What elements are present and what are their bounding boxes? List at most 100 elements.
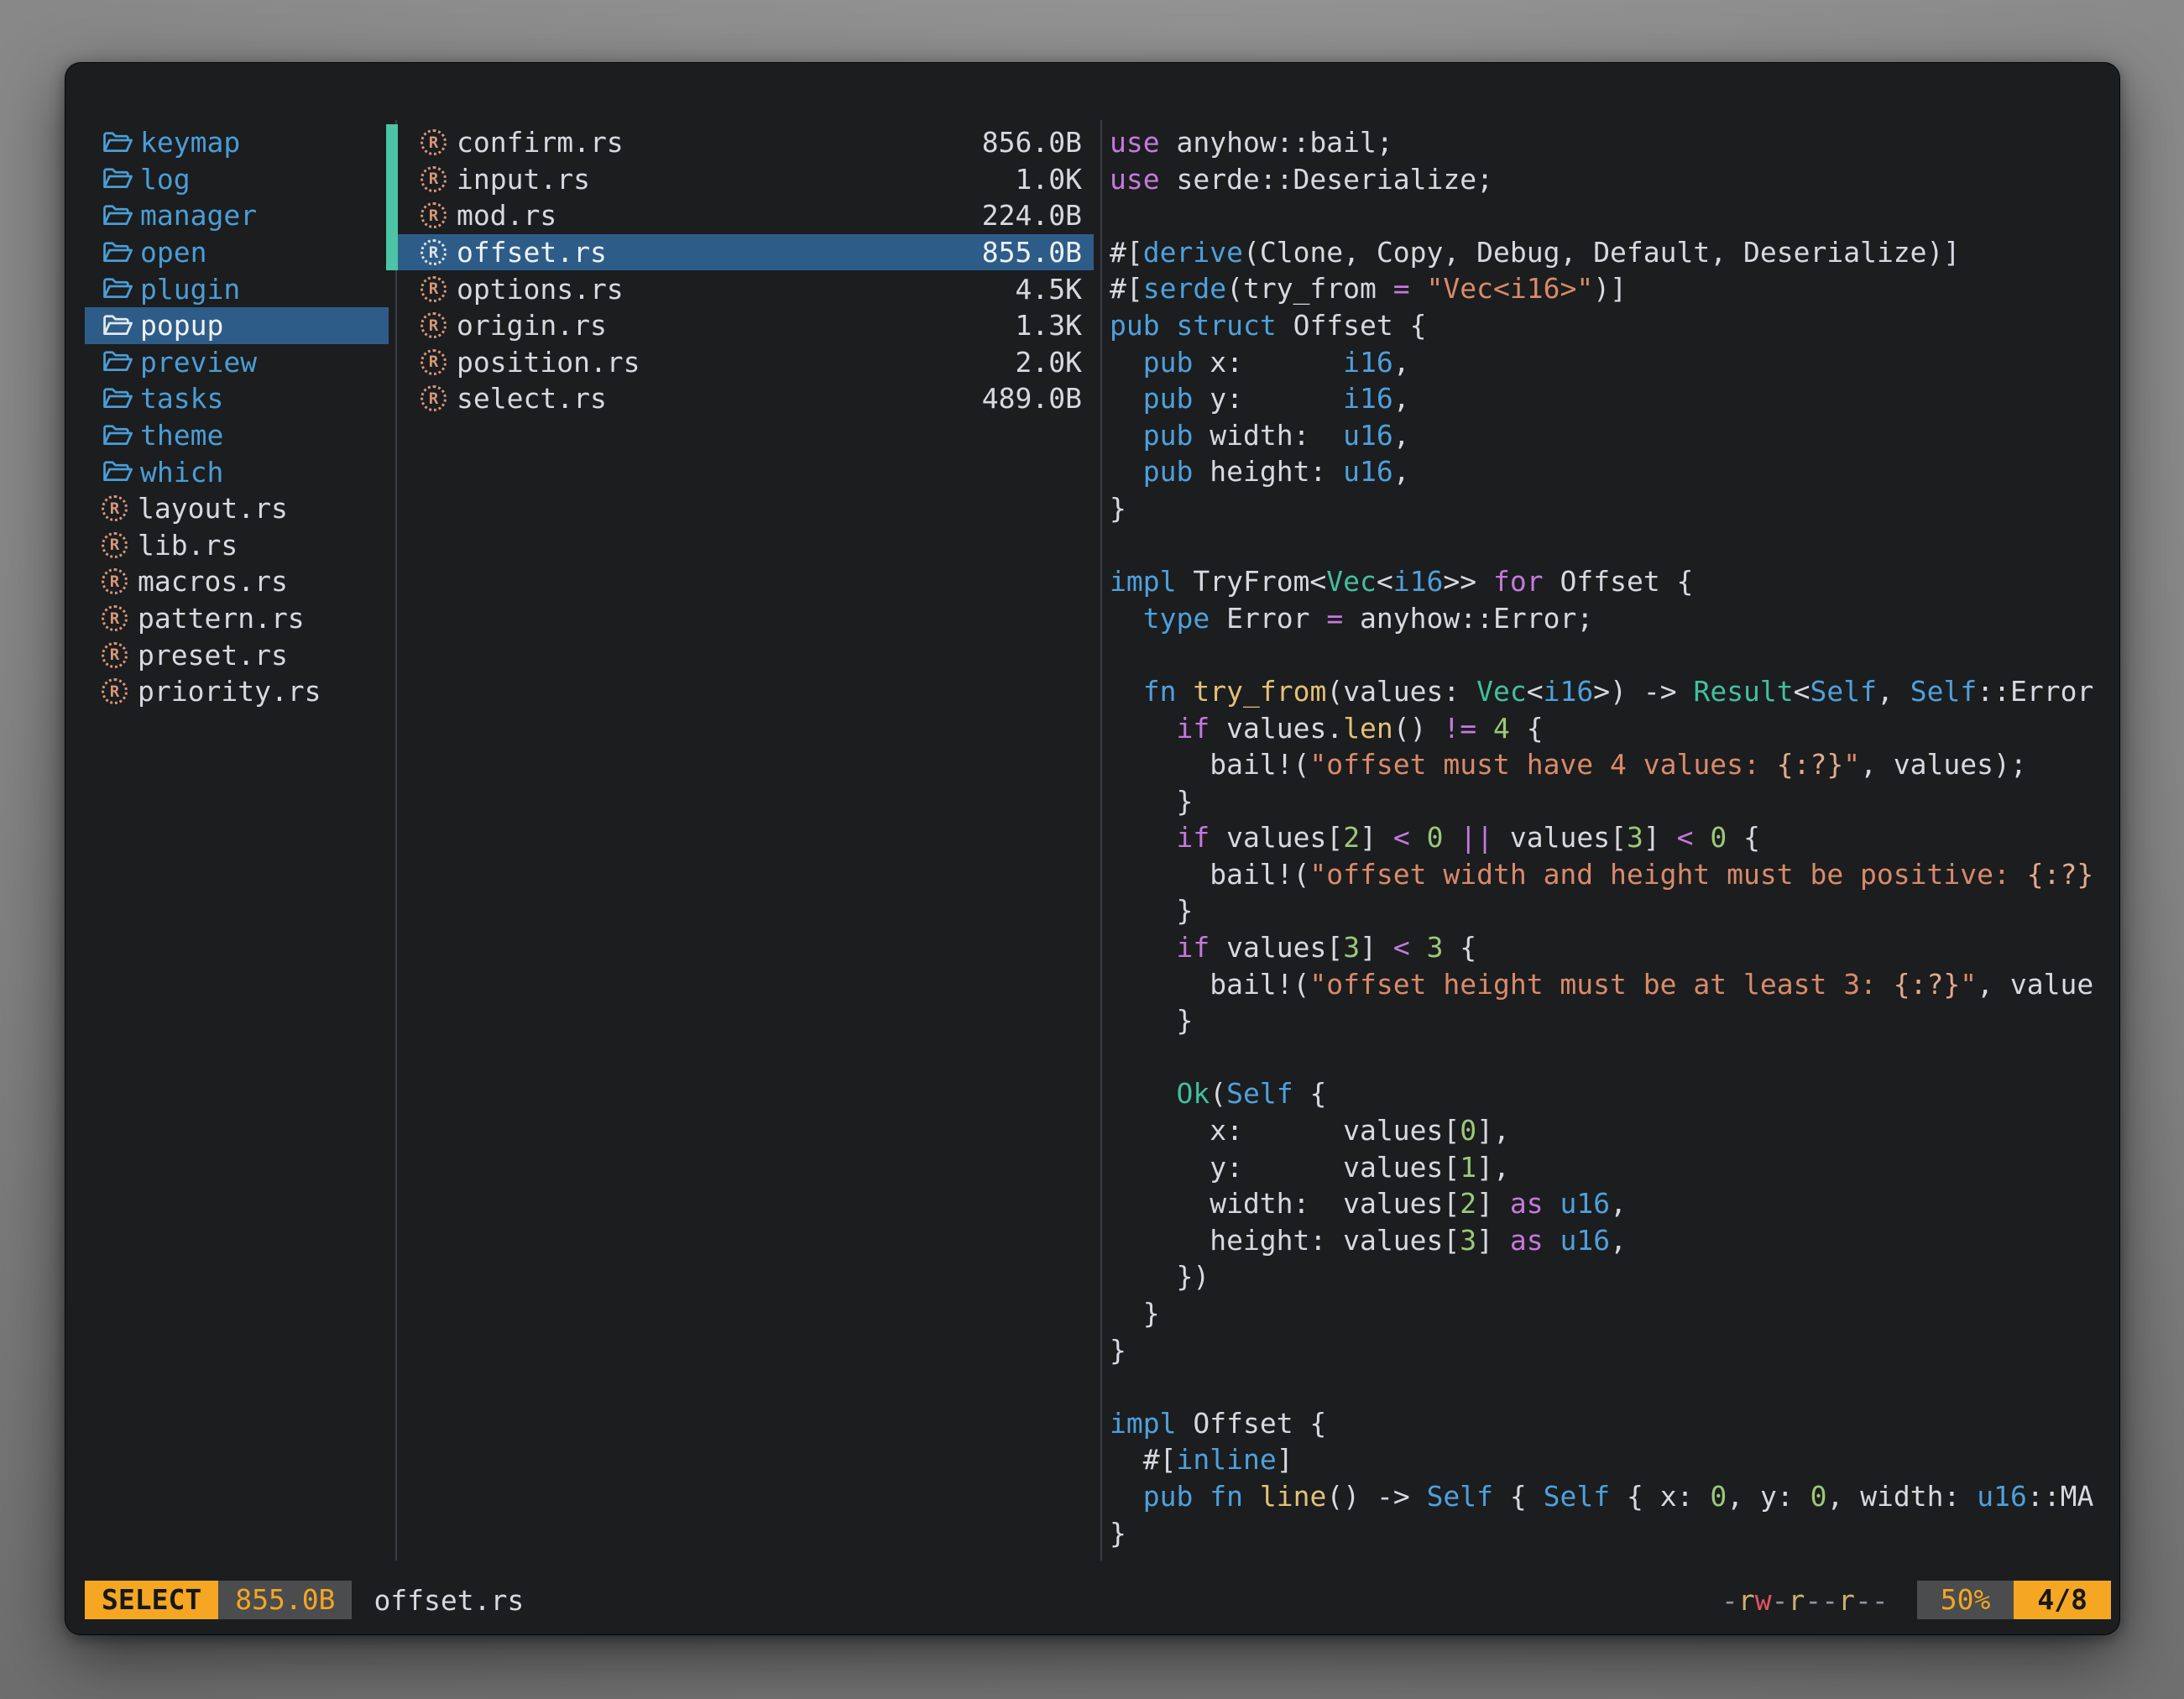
- rust-file-icon: R: [102, 532, 128, 558]
- code-line: Ok(Self {: [1110, 1075, 2110, 1112]
- parent-file-item[interactable]: Rlib.rs: [85, 527, 389, 564]
- file-row[interactable]: Rconfirm.rs856.0B: [397, 124, 1094, 161]
- code-line: [1110, 527, 2110, 564]
- code-line: pub width: u16,: [1110, 417, 2110, 454]
- mode-badge: SELECT: [85, 1581, 218, 1619]
- status-right-group: -rw-r--r-- 50% 4/8: [1722, 1581, 2111, 1619]
- item-label: pattern.rs: [138, 602, 305, 635]
- parent-file-item[interactable]: Rpriority.rs: [85, 673, 389, 710]
- item-label: keymap: [140, 126, 240, 159]
- file-row[interactable]: Rmod.rs224.0B: [397, 197, 1094, 234]
- rust-file-icon: R: [102, 642, 128, 668]
- rust-file-icon: R: [421, 276, 447, 302]
- scroll-percent-badge: 50%: [1917, 1581, 2014, 1619]
- file-name: mod.rs: [457, 199, 982, 232]
- file-row[interactable]: Rselect.rs489.0B: [397, 380, 1094, 417]
- code-line: type Error = anyhow::Error;: [1110, 600, 2110, 637]
- file-name: origin.rs: [457, 309, 1016, 342]
- open-folder-icon: [102, 458, 133, 485]
- code-line: }: [1110, 490, 2110, 527]
- status-bar: SELECT 855.0B offset.rs -rw-r--r-- 50% 4…: [85, 1581, 2111, 1619]
- file-manager-window: keymaplogmanager open pluginpopuppreviewta…: [65, 63, 2119, 1634]
- rust-file-icon: R: [102, 495, 128, 521]
- file-name: select.rs: [457, 382, 982, 415]
- open-folder-icon: [102, 312, 133, 339]
- code-line: impl Offset {: [1110, 1405, 2110, 1442]
- file-name: position.rs: [457, 346, 1016, 379]
- parent-file-item[interactable]: Rmacros.rs: [85, 563, 389, 600]
- rust-file-icon: R: [421, 349, 447, 375]
- file-row[interactable]: Rposition.rs2.0K: [397, 344, 1094, 381]
- parent-dir-item[interactable]: tasks: [85, 380, 389, 417]
- item-label: which: [140, 456, 223, 489]
- code-line: }): [1110, 1258, 2110, 1295]
- preview-pane: use anyhow::bail;use serde::Deserialize;…: [1110, 124, 2110, 1561]
- code-line: if values[2] < 0 || values[3] < 0 {: [1110, 819, 2110, 856]
- code-line: use anyhow::bail;: [1110, 124, 2110, 161]
- rust-file-icon: R: [102, 605, 128, 631]
- item-label: open: [140, 236, 206, 269]
- code-line: #[inline]: [1110, 1441, 2110, 1478]
- parent-file-item[interactable]: Rpreset.rs: [85, 636, 389, 673]
- file-name: confirm.rs: [457, 126, 982, 159]
- open-folder-icon: [102, 129, 133, 156]
- file-size: 2.0K: [1016, 346, 1082, 379]
- item-label: preset.rs: [138, 639, 288, 672]
- code-line: width: values[2] as u16,: [1110, 1185, 2110, 1222]
- file-size: 1.0K: [1016, 163, 1082, 196]
- code-line: bail!("offset height must be at least 3:…: [1110, 966, 2110, 1003]
- rust-file-icon: R: [421, 312, 447, 338]
- item-label: priority.rs: [138, 675, 321, 708]
- file-name: offset.rs: [457, 236, 982, 269]
- code-line: pub fn line() -> Self { Self { x: 0, y: …: [1110, 1478, 2110, 1515]
- pane-separator-right: [1100, 120, 1102, 1560]
- item-label: tasks: [140, 382, 223, 415]
- rust-file-icon: R: [421, 385, 447, 411]
- parent-dir-item[interactable]: manager: [85, 197, 389, 234]
- item-label: popup: [140, 309, 223, 342]
- code-line: [1110, 636, 2110, 673]
- current-pane: Rconfirm.rs856.0BRinput.rs1.0KRmod.rs224…: [397, 124, 1094, 417]
- file-size: 855.0B: [982, 236, 1082, 269]
- open-folder-icon: [102, 165, 133, 192]
- parent-file-item[interactable]: Rpattern.rs: [85, 600, 389, 637]
- parent-dir-item[interactable]: plugin: [85, 270, 389, 307]
- parent-dir-item[interactable]: popup: [85, 307, 389, 344]
- parent-dir-item[interactable]: which: [85, 453, 389, 490]
- open-folder-icon: [102, 275, 133, 302]
- parent-dir-item[interactable]: keymap: [85, 124, 389, 161]
- code-line: }: [1110, 783, 2110, 820]
- rust-file-icon: R: [421, 166, 447, 192]
- file-row[interactable]: Rorigin.rs1.3K: [397, 307, 1094, 344]
- parent-dir-item[interactable]: theme: [85, 417, 389, 454]
- file-row[interactable]: Roptions.rs4.5K: [397, 270, 1094, 307]
- code-line: fn try_from(values: Vec<i16>) -> Result<…: [1110, 673, 2110, 710]
- file-size: 224.0B: [982, 199, 1082, 232]
- item-label: manager: [140, 199, 257, 232]
- file-name: input.rs: [457, 163, 1016, 196]
- open-folder-icon: [102, 239, 133, 266]
- item-label: layout.rs: [138, 492, 288, 525]
- code-line: if values.len() != 4 {: [1110, 710, 2110, 747]
- code-line: use serde::Deserialize;: [1110, 161, 2110, 198]
- parent-pane: keymaplogmanager open pluginpopuppreviewta…: [85, 124, 389, 710]
- rust-file-icon: R: [102, 678, 128, 704]
- file-row[interactable]: Roffset.rs855.0B: [397, 234, 1094, 271]
- code-line: pub height: u16,: [1110, 453, 2110, 490]
- parent-file-item[interactable]: Rlayout.rs: [85, 490, 389, 527]
- code-line: pub y: i16,: [1110, 380, 2110, 417]
- open-folder-icon: [102, 202, 133, 229]
- code-line: if values[3] < 3 {: [1110, 929, 2110, 966]
- item-label: plugin: [140, 273, 240, 306]
- code-line: impl TryFrom<Vec<i16>> for Offset {: [1110, 563, 2110, 600]
- code-line: x: values[0],: [1110, 1112, 2110, 1149]
- permissions-text: -rw-r--r--: [1722, 1584, 1889, 1617]
- file-size: 1.3K: [1016, 309, 1082, 342]
- parent-dir-item[interactable]: open: [85, 234, 389, 271]
- selected-files-marker: [386, 124, 398, 270]
- open-folder-icon: [102, 385, 133, 412]
- file-row[interactable]: Rinput.rs1.0K: [397, 161, 1094, 198]
- code-line: pub x: i16,: [1110, 344, 2110, 381]
- parent-dir-item[interactable]: preview: [85, 344, 389, 381]
- parent-dir-item[interactable]: log: [85, 161, 389, 198]
